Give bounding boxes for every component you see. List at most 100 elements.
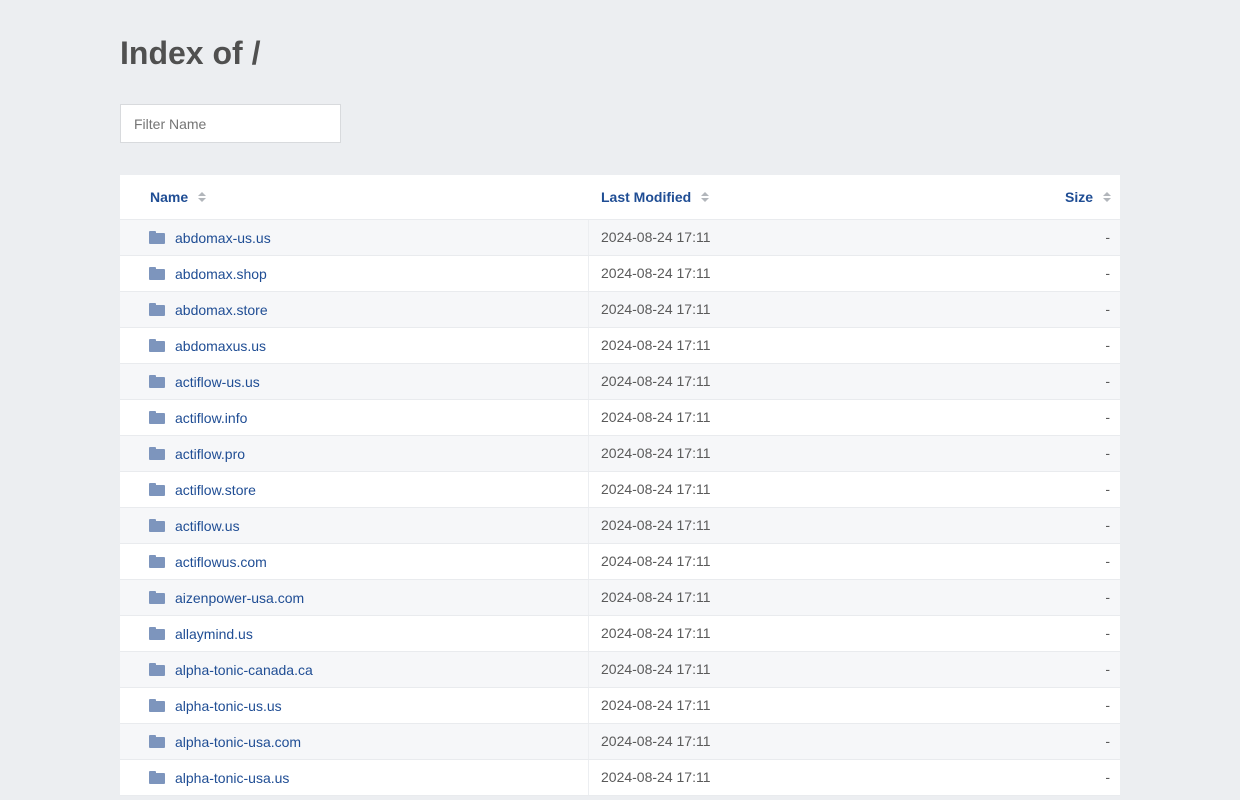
name-cell: actiflow.info	[120, 400, 589, 435]
sort-icon	[701, 191, 710, 203]
modified-cell: 2024-08-24 17:11	[601, 625, 711, 641]
size-cell: -	[1105, 481, 1110, 497]
modified-header-label: Last Modified	[601, 189, 692, 205]
name-cell: alpha-tonic-usa.com	[120, 724, 589, 759]
size-cell: -	[1105, 229, 1110, 245]
modified-cell: 2024-08-24 17:11	[601, 229, 711, 245]
size-cell: -	[1105, 697, 1110, 713]
sort-icon	[1103, 191, 1111, 203]
name-cell: abdomaxus.us	[120, 328, 589, 363]
name-cell: alpha-tonic-canada.ca	[120, 652, 589, 687]
folder-icon	[149, 375, 165, 388]
name-cell: abdomax.shop	[120, 256, 589, 291]
folder-icon	[149, 591, 165, 604]
sort-by-name-header[interactable]: Name	[150, 175, 207, 219]
table-row: actiflow.info 2024-08-24 17:11 -	[120, 400, 1120, 436]
modified-cell: 2024-08-24 17:11	[601, 301, 711, 317]
sort-icon	[198, 191, 207, 203]
folder-icon	[149, 483, 165, 496]
size-cell: -	[1105, 337, 1110, 353]
folder-link[interactable]: abdomax-us.us	[175, 220, 271, 256]
modified-cell: 2024-08-24 17:11	[601, 337, 711, 353]
folder-link[interactable]: alpha-tonic-usa.us	[175, 760, 289, 796]
name-cell: abdomax.store	[120, 292, 589, 327]
folder-link[interactable]: abdomax.store	[175, 292, 268, 328]
folder-link[interactable]: actiflow-us.us	[175, 364, 260, 400]
modified-cell: 2024-08-24 17:11	[601, 697, 711, 713]
table-row: actiflow-us.us 2024-08-24 17:11 -	[120, 364, 1120, 400]
table-row: actiflow.pro 2024-08-24 17:11 -	[120, 436, 1120, 472]
size-cell: -	[1105, 769, 1110, 785]
name-cell: actiflowus.com	[120, 544, 589, 579]
folder-icon	[149, 447, 165, 460]
name-cell: actiflow.pro	[120, 436, 589, 471]
filter-name-input[interactable]	[120, 104, 341, 143]
folder-link[interactable]: alpha-tonic-usa.com	[175, 724, 301, 760]
name-cell: aizenpower-usa.com	[120, 580, 589, 615]
size-cell: -	[1105, 373, 1110, 389]
size-cell: -	[1105, 625, 1110, 641]
size-cell: -	[1105, 589, 1110, 605]
folder-link[interactable]: allaymind.us	[175, 616, 253, 652]
sort-by-size-header[interactable]: Size	[1065, 175, 1111, 219]
size-header-label: Size	[1064, 189, 1093, 205]
modified-cell: 2024-08-24 17:11	[601, 589, 711, 605]
modified-cell: 2024-08-24 17:11	[601, 661, 711, 677]
folder-icon	[149, 699, 165, 712]
modified-cell: 2024-08-24 17:11	[601, 409, 711, 425]
folder-icon	[149, 663, 165, 676]
folder-link[interactable]: alpha-tonic-us.us	[175, 688, 282, 724]
size-cell: -	[1105, 517, 1110, 533]
modified-cell: 2024-08-24 17:11	[601, 445, 711, 461]
size-cell: -	[1105, 301, 1110, 317]
folder-link[interactable]: abdomax.shop	[175, 256, 267, 292]
table-row: actiflow.us 2024-08-24 17:11 -	[120, 508, 1120, 544]
folder-link[interactable]: actiflow.info	[175, 400, 247, 436]
table-row: actiflowus.com 2024-08-24 17:11 -	[120, 544, 1120, 580]
modified-cell: 2024-08-24 17:11	[601, 733, 711, 749]
name-cell: alpha-tonic-us.us	[120, 688, 589, 723]
folder-icon	[149, 339, 165, 352]
folder-link[interactable]: abdomaxus.us	[175, 328, 266, 364]
folder-icon	[149, 267, 165, 280]
modified-cell: 2024-08-24 17:11	[601, 769, 711, 785]
size-cell: -	[1105, 265, 1110, 281]
folder-icon	[149, 555, 165, 568]
folder-icon	[149, 519, 165, 532]
folder-link[interactable]: actiflowus.com	[175, 544, 267, 580]
folder-link[interactable]: actiflow.us	[175, 508, 240, 544]
folder-icon	[149, 771, 165, 784]
table-row: abdomax.store 2024-08-24 17:11 -	[120, 292, 1120, 328]
folder-icon	[149, 231, 165, 244]
directory-table: Name Last Modified Size abdomax-us.us 202…	[120, 175, 1120, 796]
name-cell: actiflow.us	[120, 508, 589, 543]
sort-by-modified-header[interactable]: Last Modified	[601, 175, 710, 219]
size-cell: -	[1105, 733, 1110, 749]
page-title: Index of /	[120, 35, 261, 71]
table-header: Name Last Modified Size	[120, 175, 1120, 220]
modified-cell: 2024-08-24 17:11	[601, 373, 711, 389]
table-row: alpha-tonic-us.us 2024-08-24 17:11 -	[120, 688, 1120, 724]
modified-cell: 2024-08-24 17:11	[601, 553, 711, 569]
table-row: alpha-tonic-canada.ca 2024-08-24 17:11 -	[120, 652, 1120, 688]
table-row: alpha-tonic-usa.com 2024-08-24 17:11 -	[120, 724, 1120, 760]
table-row: abdomax-us.us 2024-08-24 17:11 -	[120, 220, 1120, 256]
folder-icon	[149, 627, 165, 640]
folder-link[interactable]: alpha-tonic-canada.ca	[175, 652, 313, 688]
table-row: abdomax.shop 2024-08-24 17:11 -	[120, 256, 1120, 292]
size-cell: -	[1105, 661, 1110, 677]
table-row: alpha-tonic-usa.us 2024-08-24 17:11 -	[120, 760, 1120, 796]
table-row: aizenpower-usa.com 2024-08-24 17:11 -	[120, 580, 1120, 616]
folder-link[interactable]: aizenpower-usa.com	[175, 580, 304, 616]
table-body: abdomax-us.us 2024-08-24 17:11- abdomax.sh…	[120, 220, 1120, 796]
name-cell: allaymind.us	[120, 616, 589, 651]
folder-icon	[149, 411, 165, 424]
folder-link[interactable]: actiflow.pro	[175, 436, 245, 472]
modified-cell: 2024-08-24 17:11	[601, 481, 711, 497]
size-cell: -	[1105, 445, 1110, 461]
table-row: actiflow.store 2024-08-24 17:11 -	[120, 472, 1120, 508]
folder-link[interactable]: actiflow.store	[175, 472, 256, 508]
modified-cell: 2024-08-24 17:11	[601, 517, 711, 533]
name-cell: actiflow-us.us	[120, 364, 589, 399]
table-row: allaymind.us 2024-08-24 17:11 -	[120, 616, 1120, 652]
